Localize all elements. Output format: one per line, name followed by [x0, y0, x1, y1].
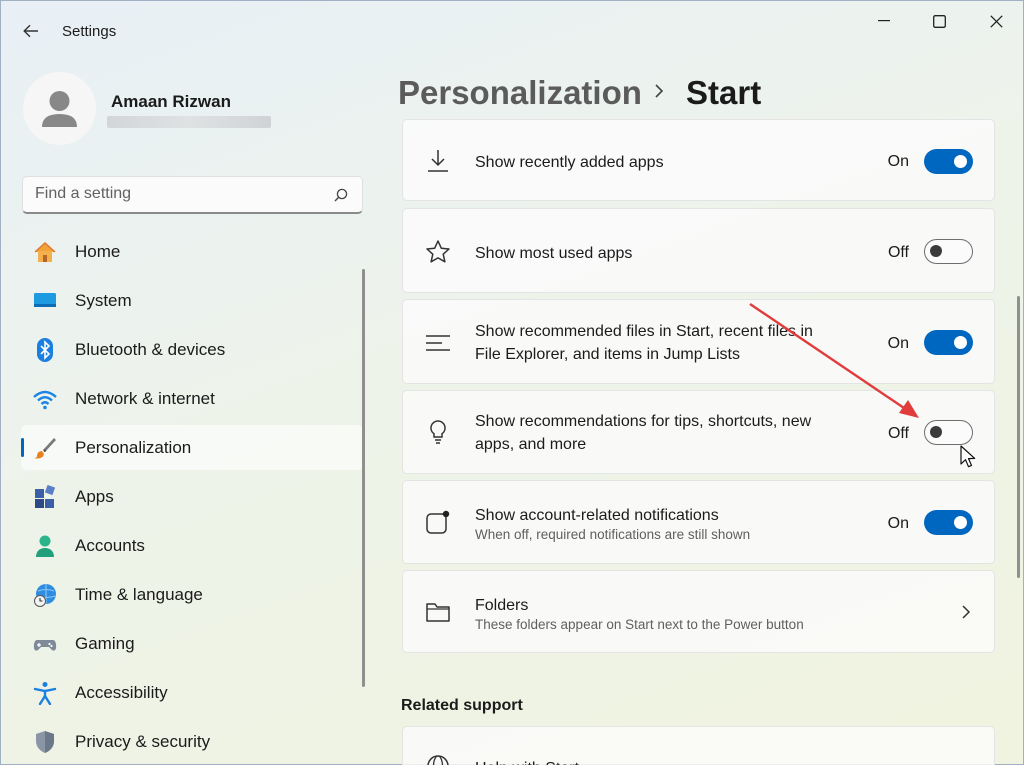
bluetooth-icon: [37, 338, 53, 362]
setting-subtitle: These folders appear on Start next to th…: [475, 617, 804, 632]
notification-icon: [426, 510, 450, 534]
setting-title-line-1: Show recommended files in Start, recent …: [475, 323, 813, 340]
nav-label: Gaming: [75, 633, 135, 653]
maximize-button[interactable]: [919, 9, 959, 33]
setting-folders[interactable]: Folders These folders appear on Start ne…: [402, 570, 995, 653]
nav-item-accounts[interactable]: Accounts: [21, 523, 363, 568]
toggle-state-label: Off: [887, 244, 909, 261]
nav-item-time-language[interactable]: Time & language: [21, 572, 363, 617]
time-language-icon: [34, 584, 56, 607]
search-box[interactable]: [22, 176, 363, 214]
accounts-icon: [36, 535, 54, 557]
search-input[interactable]: [35, 185, 325, 203]
related-support-heading: Related support: [401, 697, 523, 714]
user-email-redacted: [107, 116, 271, 128]
setting-tips-recommendations: Show recommendations for tips, shortcuts…: [402, 390, 995, 474]
setting-title: Show account-related notifications: [475, 507, 719, 524]
list-icon: [426, 335, 450, 351]
setting-recommended-files: Show recommended files in Start, recent …: [402, 299, 995, 384]
minimize-button[interactable]: [864, 9, 904, 33]
globe-icon: [427, 755, 449, 765]
breadcrumb-parent[interactable]: Personalization: [398, 74, 642, 112]
nav-item-home[interactable]: Home: [21, 229, 363, 274]
person-icon: [42, 91, 77, 127]
setting-recently-added-apps: Show recently added apps On: [402, 119, 995, 201]
main-scrollbar[interactable]: [1017, 296, 1020, 578]
search-icon[interactable]: [334, 188, 348, 202]
minimize-icon: [878, 20, 890, 22]
nav-item-apps[interactable]: Apps: [21, 474, 363, 519]
page-title: Start: [686, 74, 762, 111]
gamepad-icon: [33, 640, 57, 651]
setting-account-notifications: Show account-related notifications When …: [402, 480, 995, 564]
title-bar: Settings: [1, 1, 1023, 61]
nav-item-bluetooth[interactable]: Bluetooth & devices: [21, 327, 363, 372]
nav-label: Time & language: [75, 584, 203, 604]
nav-label: Apps: [75, 486, 114, 506]
star-icon: [426, 240, 450, 263]
toggle-state-label: Off: [887, 425, 909, 442]
user-name: Amaan Rizwan: [111, 92, 231, 111]
sidebar-scrollbar[interactable]: [362, 269, 365, 687]
setting-title: Show recently added apps: [475, 154, 664, 171]
nav-item-personalization[interactable]: Personalization: [21, 425, 363, 470]
toggle-state-label: On: [887, 515, 909, 532]
nav-item-accessibility[interactable]: Accessibility: [21, 670, 363, 715]
nav-label: Accounts: [75, 535, 145, 555]
nav-item-privacy-security[interactable]: Privacy & security: [21, 719, 363, 764]
setting-most-used-apps: Show most used apps Off: [402, 208, 995, 293]
close-icon: [989, 14, 1003, 28]
most-used-apps-toggle[interactable]: [924, 239, 973, 264]
setting-title-line-2: File Explorer, and items in Jump Lists: [475, 346, 740, 363]
setting-title-line-2: apps, and more: [475, 436, 587, 453]
chevron-right-icon: [655, 84, 664, 98]
nav-label: Network & internet: [75, 388, 215, 408]
recommended-files-toggle[interactable]: [924, 330, 973, 355]
nav-item-network[interactable]: Network & internet: [21, 376, 363, 421]
home-icon: [34, 241, 56, 262]
shield-icon: [36, 731, 54, 753]
system-icon: [34, 293, 56, 307]
app-title: Settings: [62, 23, 117, 40]
nav-label: Bluetooth & devices: [75, 339, 226, 359]
chevron-right-icon: [962, 605, 971, 619]
nav-label: Home: [75, 241, 121, 261]
accessibility-icon: [33, 682, 57, 705]
recently-added-apps-toggle[interactable]: [924, 149, 973, 174]
settings-window: Settings Amaan Rizwan Home System: [0, 0, 1024, 765]
setting-subtitle: When off, required notifications are sti…: [475, 527, 751, 542]
related-support-label: Help with Start: [475, 757, 579, 765]
brush-icon: [34, 438, 56, 459]
back-button[interactable]: [19, 19, 43, 43]
sidebar-nav: Home System Bluetooth & devices Network …: [21, 229, 363, 765]
related-support-item[interactable]: Help with Start: [402, 726, 995, 765]
nav-label: Accessibility: [75, 682, 168, 702]
setting-title: Folders: [475, 597, 529, 614]
nav-label: System: [75, 290, 132, 310]
nav-label: Privacy & security: [75, 731, 211, 751]
back-arrow-icon: [23, 24, 38, 38]
folder-icon: [426, 603, 450, 622]
avatar[interactable]: [23, 72, 96, 145]
mouse-cursor-icon: [960, 445, 976, 468]
nav-item-system[interactable]: System: [21, 278, 363, 323]
nav-label: Personalization: [75, 437, 192, 457]
nav-item-gaming[interactable]: Gaming: [21, 621, 363, 666]
download-icon: [428, 150, 448, 172]
toggle-state-label: On: [887, 335, 909, 352]
close-button[interactable]: [976, 9, 1016, 33]
lightbulb-icon: [430, 420, 446, 444]
setting-title: Show most used apps: [475, 245, 633, 262]
toggle-state-label: On: [887, 153, 909, 170]
wifi-icon: [33, 390, 57, 410]
apps-icon: [35, 485, 56, 508]
account-notifications-toggle[interactable]: [924, 510, 973, 535]
maximize-icon: [932, 14, 946, 28]
tips-recommendations-toggle[interactable]: [924, 420, 973, 445]
setting-title-line-1: Show recommendations for tips, shortcuts…: [475, 413, 812, 430]
selection-indicator: [21, 438, 24, 457]
